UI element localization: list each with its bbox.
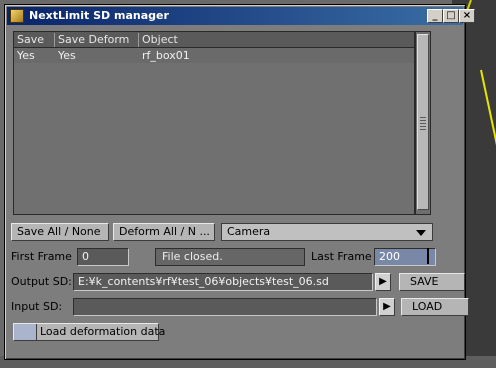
- save-all-none-button[interactable]: Save All / None: [11, 223, 109, 241]
- object-list[interactable]: Save Save Deform Object Yes Yes rf_box01: [13, 31, 415, 215]
- window-title: NextLimit SD manager: [29, 9, 169, 22]
- column-header-save-deform[interactable]: Save Deform: [54, 33, 129, 47]
- load-deformation-toggle[interactable]: Load deformation data: [13, 323, 165, 341]
- grip-line: [420, 129, 426, 130]
- list-header: Save Save Deform Object: [14, 32, 414, 48]
- input-sd-path-input[interactable]: [73, 298, 377, 316]
- first-frame-input[interactable]: 0: [77, 248, 129, 266]
- sd-manager-window: NextLimit SD manager _ □ × Save Save Def…: [4, 4, 475, 360]
- cell-object: rf_box01: [142, 49, 190, 62]
- column-header-save[interactable]: Save: [14, 33, 44, 47]
- scrollbar-thumb[interactable]: [417, 34, 429, 210]
- title-bar[interactable]: NextLimit SD manager _ □ ×: [7, 7, 475, 25]
- table-row[interactable]: Yes Yes rf_box01: [14, 48, 414, 63]
- grip-line: [420, 117, 426, 118]
- column-header-object[interactable]: Object: [138, 33, 178, 47]
- output-browse-arrow-icon[interactable]: ▶: [375, 273, 391, 291]
- list-scrollbar[interactable]: [415, 31, 431, 215]
- maximize-button[interactable]: □: [443, 9, 459, 23]
- app-icon: [10, 9, 24, 23]
- checkbox-icon[interactable]: [14, 324, 37, 340]
- minimize-button[interactable]: _: [427, 9, 443, 23]
- camera-select-value: Camera: [227, 225, 271, 238]
- input-browse-arrow-icon[interactable]: ▶: [379, 298, 395, 316]
- chevron-down-icon: [416, 230, 426, 236]
- deform-all-none-button[interactable]: Deform All / N ...: [113, 223, 215, 241]
- load-deformation-label: Load deformation data: [40, 325, 166, 338]
- close-button[interactable]: ×: [459, 9, 475, 23]
- grip-line: [420, 123, 426, 124]
- output-sd-path-input[interactable]: E:¥k_contents¥rf¥test_06¥objects¥test_06…: [73, 273, 373, 291]
- first-frame-label: First Frame: [11, 250, 72, 263]
- cell-save-deform: Yes: [58, 49, 76, 62]
- cell-save: Yes: [17, 49, 35, 62]
- last-frame-label: Last Frame: [311, 250, 372, 263]
- grip-line: [420, 126, 426, 127]
- output-sd-label: Output SD:: [11, 275, 72, 288]
- camera-select[interactable]: Camera: [221, 223, 433, 241]
- save-button[interactable]: SAVE: [399, 273, 465, 291]
- file-status: File closed.: [155, 248, 305, 266]
- load-button[interactable]: LOAD: [401, 298, 469, 316]
- grip-line: [420, 120, 426, 121]
- input-sd-label: Input SD:: [11, 300, 63, 313]
- text-cursor-icon: [427, 248, 429, 264]
